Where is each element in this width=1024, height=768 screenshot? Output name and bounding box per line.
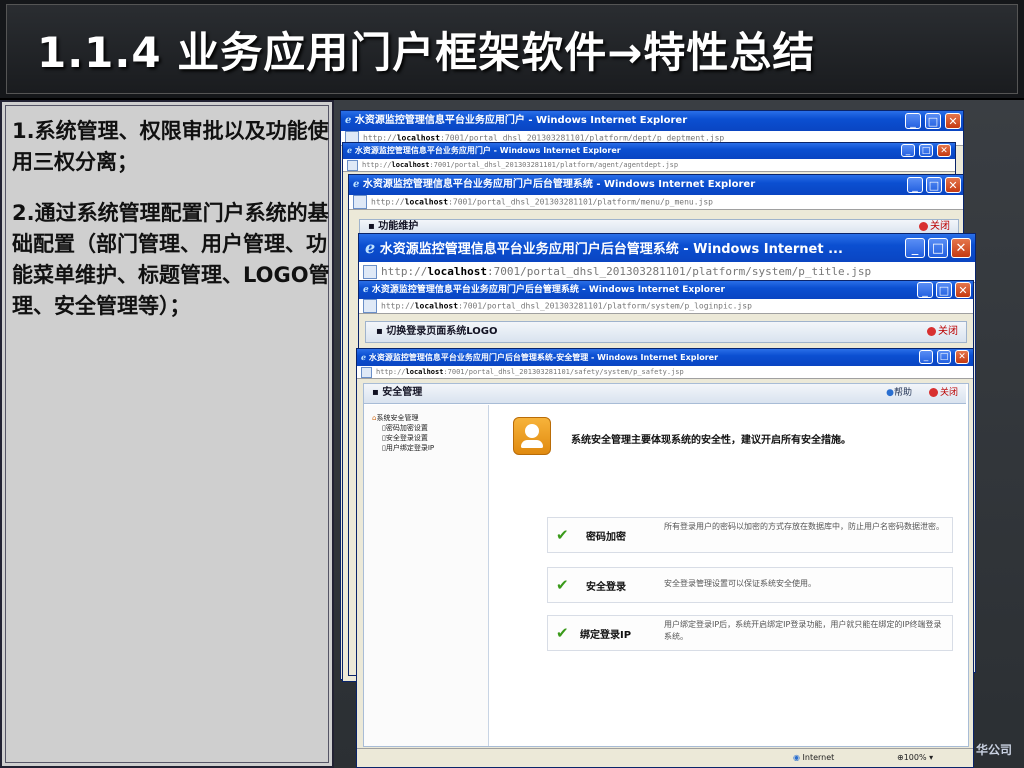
globe-icon: ◉ bbox=[793, 753, 800, 762]
maximize-button[interactable]: □ bbox=[926, 177, 942, 193]
page-icon bbox=[361, 366, 372, 378]
page-icon bbox=[363, 265, 377, 279]
security-tree: ⌂系统安全管理 ▯密码加密设置 ▯安全登录设置 ▯用户绑定登录IP bbox=[364, 405, 489, 746]
bullet-point-2: 2.通过系统管理配置门户系统的基础配置（部门管理、用户管理、功能菜单维护、标题管… bbox=[12, 201, 330, 318]
ie-statusbar: ◉ Internet ⊕100% ▾ bbox=[357, 748, 973, 767]
slide-title: 1.1.4 业务应用门户框架软件→特性总结 bbox=[37, 28, 816, 77]
close-icon bbox=[927, 326, 936, 336]
option-label[interactable]: 密码加密 bbox=[586, 528, 626, 543]
security-headline: 系统安全管理主要体现系统的安全性，建议开启所有安全措施。 bbox=[571, 435, 851, 446]
security-page: ▪ 安全管理 ●帮助 关闭 ⌂系统安全管理 ▯密码加密设置 ▯安全登录设置 ▯用… bbox=[363, 383, 969, 747]
slide-header: 1.1.4 业务应用门户框架软件→特性总结 bbox=[0, 0, 1024, 100]
check-icon: ✔ bbox=[556, 576, 569, 594]
close-button[interactable]: ✕ bbox=[937, 144, 951, 157]
maximize-button[interactable]: □ bbox=[937, 350, 951, 364]
minimize-button[interactable]: _ bbox=[919, 350, 933, 364]
close-button[interactable]: ✕ bbox=[945, 177, 961, 193]
zoom-icon: ⊕ bbox=[897, 753, 904, 762]
minimize-button[interactable]: _ bbox=[907, 177, 923, 193]
ie-logo-icon: ℯ bbox=[347, 146, 353, 155]
panel-header: ▪ 切换登录页面系统LOGO 关闭 bbox=[365, 321, 967, 343]
panel-icon: ▪ bbox=[376, 326, 387, 337]
ie-logo-icon: ℯ bbox=[345, 115, 352, 126]
minimize-button[interactable]: _ bbox=[905, 238, 925, 258]
close-icon bbox=[928, 388, 938, 397]
maximize-button[interactable]: □ bbox=[928, 238, 948, 258]
ie-logo-icon: ℯ bbox=[353, 179, 360, 190]
close-button[interactable]: ✕ bbox=[955, 282, 971, 298]
bullet-point-1: 1.系统管理、权限审批以及功能使用三权分离； bbox=[12, 119, 329, 174]
tree-root[interactable]: ⌂系统安全管理 bbox=[364, 405, 488, 423]
page-icon bbox=[353, 195, 367, 209]
close-button[interactable]: ✕ bbox=[955, 350, 969, 364]
option-label[interactable]: 安全登录 bbox=[586, 578, 626, 593]
window-titlebar[interactable]: ℯ 水资源监控管理信息平台业务应用门户后台管理系统-安全管理 - Windows… bbox=[357, 349, 973, 366]
address-bar[interactable]: http://localhost:7001/portal_dhsl_201303… bbox=[349, 195, 963, 210]
zoom-control[interactable]: ⊕100% ▾ bbox=[897, 749, 933, 766]
close-button[interactable]: ✕ bbox=[945, 113, 961, 129]
ie-logo-icon: ℯ bbox=[361, 353, 367, 362]
minimize-button[interactable]: _ bbox=[917, 282, 933, 298]
check-icon: ✔ bbox=[556, 526, 569, 544]
panel-close-button[interactable]: 关闭 bbox=[928, 384, 958, 402]
panel-close-button[interactable]: 关闭 bbox=[919, 220, 950, 234]
window-titlebar[interactable]: ℯ 水资源监控管理信息平台业务应用门户 - Windows Internet E… bbox=[341, 111, 963, 131]
security-option-row: ✔ 绑定登录IP 用户绑定登录IP后，系统开启绑定IP登录功能，用户就只能在绑定… bbox=[547, 615, 953, 651]
page-icon bbox=[347, 159, 358, 171]
minimize-button[interactable]: _ bbox=[901, 144, 915, 157]
panel-header: ▪ 安全管理 ●帮助 关闭 bbox=[364, 384, 966, 404]
ie-logo-icon: ℯ bbox=[365, 238, 376, 257]
maximize-button[interactable]: □ bbox=[919, 144, 933, 157]
panel-icon: ▪ bbox=[368, 221, 379, 232]
option-label[interactable]: 绑定登录IP bbox=[580, 626, 631, 641]
close-icon bbox=[919, 221, 928, 231]
address-bar[interactable]: http://localhost:7001/portal_dhsl_201303… bbox=[343, 159, 955, 172]
window-titlebar[interactable]: ℯ 水资源监控管理信息平台业务应用门户后台管理系统 - Windows Inte… bbox=[349, 175, 963, 195]
tree-item-safe-login[interactable]: ▯安全登录设置 bbox=[364, 433, 488, 443]
option-desc: 用户绑定登录IP后，系统开启绑定IP登录功能，用户就只能在绑定的IP终端登录系统… bbox=[664, 620, 942, 641]
help-button[interactable]: ●帮助 bbox=[886, 384, 912, 402]
page-icon bbox=[363, 299, 377, 313]
minimize-button[interactable]: _ bbox=[905, 113, 921, 129]
close-button[interactable]: ✕ bbox=[951, 238, 971, 258]
ie-logo-icon: ℯ bbox=[363, 285, 369, 295]
brand-fragment: 华公司 bbox=[975, 743, 1012, 757]
maximize-button[interactable]: □ bbox=[925, 113, 941, 129]
window-titlebar[interactable]: ℯ 水资源监控管理信息平台业务应用门户后台管理系统 - Windows Inte… bbox=[359, 234, 975, 262]
option-desc: 所有登录用户的密码以加密的方式存放在数据库中，防止用户名密码数据泄密。 bbox=[664, 522, 944, 531]
address-bar[interactable]: http://localhost:7001/portal_dhsl_201303… bbox=[357, 366, 973, 379]
help-icon: ● bbox=[886, 388, 894, 398]
tree-item-password[interactable]: ▯密码加密设置 bbox=[364, 423, 488, 433]
ie-window-security: ℯ 水资源监控管理信息平台业务应用门户后台管理系统-安全管理 - Windows… bbox=[356, 348, 974, 768]
window-titlebar[interactable]: ℯ 水资源监控管理信息平台业务应用门户 - Windows Internet E… bbox=[343, 143, 955, 159]
maximize-button[interactable]: □ bbox=[936, 282, 952, 298]
check-icon: ✔ bbox=[556, 624, 569, 642]
security-option-row: ✔ 安全登录 安全登录管理设置可以保证系统安全使用。 bbox=[547, 567, 953, 603]
panel-icon: ▪ bbox=[372, 387, 383, 398]
tree-item-bind-ip[interactable]: ▯用户绑定登录IP bbox=[364, 443, 488, 453]
panel-close-button[interactable]: 关闭 bbox=[927, 322, 958, 342]
option-desc: 安全登录管理设置可以保证系统安全使用。 bbox=[664, 579, 816, 588]
zone-indicator: ◉ Internet bbox=[793, 753, 835, 762]
security-user-icon bbox=[513, 417, 551, 455]
address-bar[interactable]: http://localhost:7001/portal_dhsl_201303… bbox=[359, 299, 973, 314]
window-titlebar[interactable]: ℯ 水资源监控管理信息平台业务应用门户后台管理系统 - Windows Inte… bbox=[359, 281, 973, 299]
security-option-row: ✔ 密码加密 所有登录用户的密码以加密的方式存放在数据库中，防止用户名密码数据泄… bbox=[547, 517, 953, 553]
security-main: 系统安全管理主要体现系统的安全性，建议开启所有安全措施。 ✔ 密码加密 所有登录… bbox=[489, 405, 967, 746]
bullet-panel: 1.系统管理、权限审批以及功能使用三权分离； 2.通过系统管理配置门户系统的基础… bbox=[0, 100, 334, 768]
